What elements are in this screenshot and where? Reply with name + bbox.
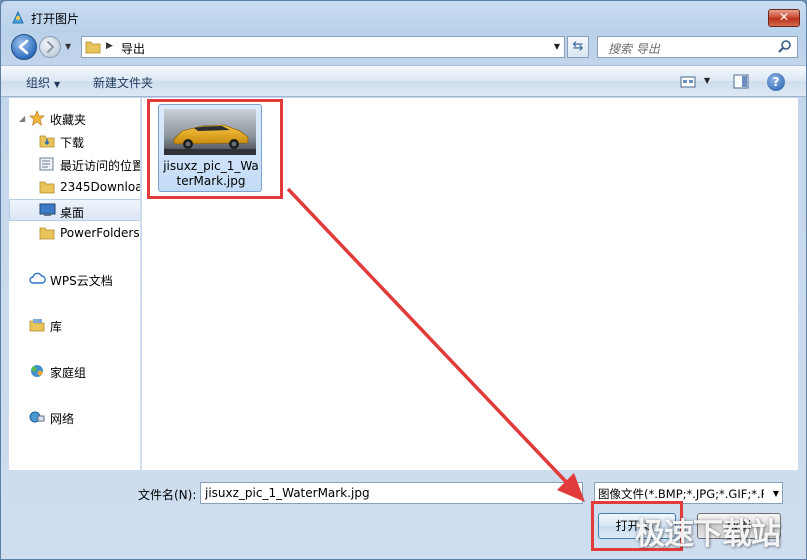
star-icon (29, 110, 45, 126)
change-view-icon[interactable] (680, 75, 696, 89)
sidebar-item-label: WPS云文档 (50, 274, 113, 288)
recent-pages-dropdown[interactable]: ▼ (65, 42, 71, 51)
refresh-icon: ⇆ (572, 39, 584, 54)
filename-label: 文件名(N): (138, 488, 197, 502)
search-icon[interactable] (777, 39, 793, 55)
network-icon (29, 411, 45, 423)
address-path[interactable]: 导出 (121, 40, 145, 57)
app-icon (12, 10, 24, 24)
filename-input[interactable] (200, 482, 583, 504)
help-icon[interactable]: ? (767, 73, 785, 91)
refresh-button[interactable]: ⇆ (567, 36, 589, 58)
desktop-icon (39, 203, 56, 216)
download-folder-icon (39, 135, 55, 148)
folder-icon (39, 227, 55, 240)
sidebar-item-label: 收藏夹 (50, 113, 87, 127)
title-bar: 打开图片 ✕ (1, 1, 806, 33)
collapse-triangle-icon[interactable]: ◢ (19, 114, 25, 123)
sidebar-item-2345downloads[interactable]: 2345Downloads (9, 176, 140, 198)
organize-menu[interactable]: 组织 ▼ (26, 74, 60, 91)
sidebar-item-label: 桌面 (60, 206, 85, 220)
folder-icon (39, 181, 55, 194)
organize-label: 组织 (26, 76, 51, 90)
sidebar-item-label: 库 (50, 320, 63, 334)
folder-icon (85, 41, 101, 54)
navigation-bar: ▼ ▶ 导出 ▼ ⇆ 搜索 导出 (1, 33, 806, 61)
sidebar-item-powerfolders[interactable]: PowerFolders (9, 222, 140, 244)
back-button[interactable] (11, 34, 37, 60)
sidebar-item-label: 下载 (60, 136, 85, 150)
open-image-dialog: 打开图片 ✕ ▼ ▶ 导出 ▼ ⇆ 搜索 导出 组织 ▼ 新建文件夹 ▼ ? ◢… (0, 0, 807, 560)
chevron-down-icon: ▼ (772, 489, 779, 498)
back-arrow-icon (18, 39, 29, 55)
sidebar-item-favorites[interactable]: ◢ 收藏夹 (9, 107, 140, 129)
homegroup-icon (31, 365, 43, 377)
sidebar-item-downloads[interactable]: 下载 (9, 130, 140, 152)
command-toolbar: 组织 ▼ 新建文件夹 ▼ ? (1, 65, 806, 97)
sidebar-item-homegroup[interactable]: 家庭组 (9, 360, 140, 382)
address-dropdown-icon[interactable]: ▼ (554, 42, 560, 51)
chevron-down-icon: ▼ (54, 80, 61, 89)
sidebar-item-recent-places[interactable]: 最近访问的位置 (9, 153, 141, 175)
sidebar-item-libraries[interactable]: 库 (9, 314, 140, 336)
sidebar-item-label: 家庭组 (50, 366, 87, 380)
preview-pane-icon[interactable] (733, 74, 749, 89)
window-title: 打开图片 (31, 12, 80, 26)
sidebar-item-network[interactable]: 网络 (9, 406, 140, 428)
sidebar-item-wps-cloud[interactable]: WPS云文档 (9, 268, 140, 290)
sidebar-item-label: 最近访问的位置 (60, 159, 141, 173)
filetype-selected-value: 图像文件(*.BMP;*.JPG;*.GIF;*.P (598, 487, 764, 501)
view-options-dropdown-icon[interactable]: ▼ (704, 76, 710, 85)
close-button[interactable]: ✕ (768, 9, 800, 27)
forward-button[interactable] (39, 36, 61, 58)
navigation-pane: ◢ 收藏夹 下载 最近访问的位置 2345Downloads (9, 98, 141, 470)
sidebar-item-label: PowerFolders (60, 226, 140, 240)
sidebar-item-label: 网络 (50, 412, 75, 426)
breadcrumb-arrow-icon[interactable]: ▶ (106, 41, 113, 51)
highlight-box-file (147, 99, 283, 199)
forward-arrow-icon (47, 41, 54, 53)
search-box[interactable]: 搜索 导出 (597, 36, 798, 58)
address-bar[interactable]: ▶ 导出 ▼ (81, 36, 565, 58)
sidebar-item-desktop[interactable]: 桌面 (9, 199, 140, 221)
sidebar-item-label: 2345Downloads (60, 180, 140, 194)
recent-places-icon (39, 157, 54, 171)
close-icon: ✕ (778, 10, 790, 24)
cloud-icon (29, 272, 46, 284)
library-icon (29, 319, 45, 332)
watermark-logo: 极速下载站 (635, 517, 781, 552)
new-folder-button[interactable]: 新建文件夹 (93, 74, 153, 91)
search-placeholder[interactable]: 搜索 导出 (608, 40, 660, 57)
